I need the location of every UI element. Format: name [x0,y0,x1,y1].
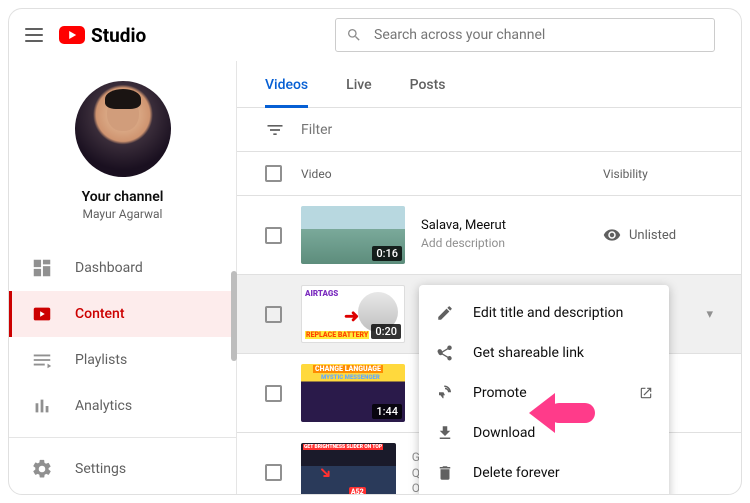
nav-label: Playlists [75,352,127,368]
menu-label: Delete forever [473,465,560,481]
video-thumbnail[interactable]: GET BRIGHTNESS SLIDER ON TOP ➜ A52 [301,443,396,494]
duration-badge: 0:16 [372,246,402,261]
nav-label: Analytics [75,398,132,414]
annotation-arrow [549,403,595,423]
analytics-icon [31,395,53,417]
nav-label: Content [75,306,125,322]
context-menu: Edit title and description Get shareable… [419,285,669,495]
menu-label: Download [473,425,535,441]
column-header-visibility[interactable]: Visibility [603,167,713,181]
tab-posts[interactable]: Posts [410,77,446,107]
avatar[interactable] [75,81,171,177]
sidebar-item-playlists[interactable]: Playlists [9,337,236,383]
channel-title: Your channel [82,189,164,205]
share-icon [435,343,455,363]
hamburger-menu-icon[interactable] [25,28,43,42]
filter-icon[interactable] [265,120,285,140]
youtube-icon [59,26,85,44]
search-bar[interactable] [335,18,715,52]
megaphone-icon [435,383,455,403]
duration-badge: 1:44 [372,404,402,419]
menu-item-share[interactable]: Get shareable link [419,333,669,373]
row-checkbox[interactable] [265,385,282,402]
video-thumbnail[interactable]: AIRTAGS ➜ REPLACE BATTERY 0:20 [301,285,405,343]
menu-label: Get shareable link [473,345,584,361]
select-all-checkbox[interactable] [265,165,282,182]
video-thumbnail[interactable]: 0:16 [301,206,405,264]
row-checkbox[interactable] [265,227,282,244]
sidebar-item-dashboard[interactable]: Dashboard [9,245,236,291]
visibility-icon [603,226,621,244]
search-input[interactable] [374,27,704,43]
video-title[interactable]: Salava, Meerut [421,218,506,233]
menu-label: Edit title and description [473,305,623,321]
menu-item-delete[interactable]: Delete forever [419,453,669,493]
logo-text: Studio [91,24,146,47]
tab-videos[interactable]: Videos [265,77,308,108]
filter-input[interactable] [301,122,479,138]
video-description[interactable]: Add description [421,236,506,252]
row-checkbox[interactable] [265,306,282,323]
pencil-icon [435,303,455,323]
search-icon [346,27,362,43]
sidebar-item-content[interactable]: Content [9,291,236,337]
nav-label: Dashboard [75,260,143,276]
external-link-icon [639,386,653,400]
channel-profile: Your channel Mayur Agarwal [9,61,236,239]
video-thumbnail[interactable]: CHANGE LANGUAGE MYSTIC MESSENGER 1:44 [301,364,405,422]
visibility-label: Unlisted [629,228,676,243]
tab-live[interactable]: Live [346,77,371,107]
nav-label: Settings [75,461,126,477]
duration-badge: 0:20 [371,324,401,339]
download-icon [435,423,455,443]
gear-icon [31,458,53,480]
dashboard-icon [31,257,53,279]
content-icon [31,303,53,325]
menu-item-edit[interactable]: Edit title and description [419,293,669,333]
channel-owner-name: Mayur Agarwal [83,207,163,221]
sidebar-item-analytics[interactable]: Analytics [9,383,236,429]
youtube-studio-logo[interactable]: Studio [59,24,146,47]
table-row[interactable]: 0:16 Salava, Meerut Add description Unli… [237,196,741,275]
playlists-icon [31,349,53,371]
row-checkbox[interactable] [265,464,282,481]
column-header-video[interactable]: Video [301,167,603,181]
menu-label: Promote [473,385,527,401]
trash-icon [435,463,455,483]
sidebar-item-settings[interactable]: Settings [9,446,236,492]
caret-down-icon[interactable]: ▾ [706,307,713,322]
